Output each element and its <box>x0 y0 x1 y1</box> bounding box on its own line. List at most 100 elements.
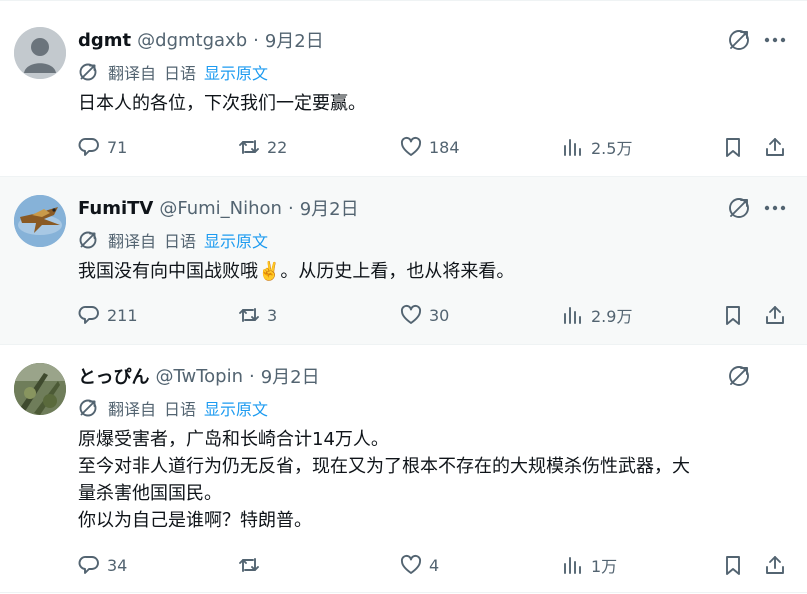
show-original-link[interactable]: 显示原文 <box>204 396 268 420</box>
views-icon <box>564 139 581 156</box>
reply-icon <box>78 138 99 156</box>
like-icon <box>400 304 422 324</box>
translate-icon[interactable] <box>726 27 752 53</box>
repost-button[interactable] <box>238 552 267 578</box>
share-button[interactable] <box>764 302 786 328</box>
author-handle[interactable]: @TwTopin <box>155 366 243 387</box>
translation-bar: 翻译自 日语 显示原文 <box>78 397 268 419</box>
view-count: 2.5万 <box>591 139 633 158</box>
like-button[interactable]: 30 <box>400 302 449 328</box>
reply-icon <box>78 306 99 324</box>
views-button[interactable]: 2.9万 <box>562 302 632 328</box>
bookmark-icon <box>726 306 740 325</box>
post-header: とっぴん @TwTopin · 9月2日 <box>78 363 320 389</box>
repost-button[interactable]: 22 <box>238 134 287 160</box>
post-text-line: 你以为自己是谁啊？特朗普。 <box>78 510 312 531</box>
translate-small-icon <box>79 231 97 249</box>
default-avatar-icon <box>14 27 66 79</box>
share-icon <box>766 138 784 156</box>
share-icon <box>766 556 784 574</box>
translated-from-label: 翻译自 <box>108 232 157 251</box>
source-language: 日语 <box>164 400 197 419</box>
author-name[interactable]: とっぴん <box>78 363 149 389</box>
translate-icon[interactable] <box>726 195 752 221</box>
post-text-line: 日本人的各位，下次我们一定要赢。 <box>78 93 366 114</box>
post-text: 日本人的各位，下次我们一定要赢。 <box>78 90 790 117</box>
post-text-line: 至今对非人道行为仍无反省，现在又为了根本不存在的大规模杀伤性武器，大 <box>78 456 690 477</box>
timeline-feed: dgmt @dgmtgaxb · 9月2日 翻译自 日语 显示原文 日本人的各位… <box>0 0 807 594</box>
translate-icon[interactable] <box>726 363 752 389</box>
views-icon <box>564 557 581 574</box>
repost-button[interactable]: 3 <box>238 302 277 328</box>
author-name[interactable]: FumiTV <box>78 198 153 219</box>
share-icon <box>766 306 784 324</box>
share-button[interactable] <box>764 552 786 578</box>
repost-icon <box>239 558 259 572</box>
show-original-link[interactable]: 显示原文 <box>204 228 268 252</box>
separator-dot: · <box>249 365 255 387</box>
like-icon <box>400 554 422 574</box>
action-bar: 34 4 1万 <box>78 552 790 578</box>
reply-button[interactable]: 211 <box>78 302 138 328</box>
repost-count: 3 <box>267 305 278 325</box>
post-topin[interactable]: とっぴん @TwTopin · 9月2日 翻译自 日语 显示原文 原爆受害者，广… <box>0 345 807 593</box>
post-fumitv[interactable]: FumiTV @Fumi_Nihon · 9月2日 翻译自 日语 显示原文 我国… <box>0 177 807 345</box>
like-count: 4 <box>429 555 440 575</box>
post-text: 我国没有向中国战败哦✌️。从历史上看，也从将来看。 <box>78 258 790 285</box>
post-text-line: 我国没有向中国战败哦✌️。从历史上看，也从将来看。 <box>78 261 515 282</box>
bookmark-icon <box>726 556 740 575</box>
post-dgmt[interactable]: dgmt @dgmtgaxb · 9月2日 翻译自 日语 显示原文 日本人的各位… <box>0 9 807 177</box>
plant-avatar-icon <box>14 363 66 415</box>
author-handle[interactable]: @dgmtgaxb <box>137 30 247 51</box>
action-bar: 71 22 184 2.5万 <box>78 134 790 160</box>
view-count: 1万 <box>591 557 618 576</box>
views-icon <box>564 307 581 324</box>
bookmark-button[interactable] <box>722 552 744 578</box>
author-handle[interactable]: @Fumi_Nihon <box>159 198 282 219</box>
action-bar: 211 3 30 2.9万 <box>78 302 790 328</box>
repost-icon <box>239 140 259 154</box>
source-language: 日语 <box>164 64 197 83</box>
like-button[interactable]: 184 <box>400 134 460 160</box>
bookmark-button[interactable] <box>722 302 744 328</box>
like-count: 184 <box>429 137 460 157</box>
reply-button[interactable]: 71 <box>78 134 127 160</box>
translation-bar: 翻译自 日语 显示原文 <box>78 61 268 83</box>
more-icon[interactable] <box>764 27 786 53</box>
post-header: dgmt @dgmtgaxb · 9月2日 <box>78 27 324 53</box>
avatar[interactable] <box>14 363 66 415</box>
post-header: FumiTV @Fumi_Nihon · 9月2日 <box>78 195 359 221</box>
show-original-link[interactable]: 显示原文 <box>204 60 268 84</box>
post-date[interactable]: 9月2日 <box>261 363 320 389</box>
more-icon[interactable] <box>764 195 786 221</box>
post-date[interactable]: 9月2日 <box>300 195 359 221</box>
avatar[interactable] <box>14 27 66 79</box>
translate-small-icon <box>79 399 97 417</box>
post-text: 原爆受害者，广岛和长崎合计14万人。 至今对非人道行为仍无反省，现在又为了根本不… <box>78 426 790 534</box>
post-text-line: 原爆受害者，广岛和长崎合计14万人。 <box>78 429 389 450</box>
translate-small-icon <box>79 63 97 81</box>
bird-avatar-icon <box>14 195 66 247</box>
reply-count: 71 <box>107 137 128 157</box>
views-button[interactable]: 1万 <box>562 552 617 578</box>
reply-button[interactable]: 34 <box>78 552 127 578</box>
share-button[interactable] <box>764 134 786 160</box>
translated-from-label: 翻译自 <box>108 400 157 419</box>
author-name[interactable]: dgmt <box>78 30 131 51</box>
source-language: 日语 <box>164 232 197 251</box>
views-button[interactable]: 2.5万 <box>562 134 632 160</box>
view-count: 2.9万 <box>591 307 633 326</box>
translation-bar: 翻译自 日语 显示原文 <box>78 229 268 251</box>
reply-count: 34 <box>107 555 128 575</box>
post-text-line: 量杀害他国国民。 <box>78 483 222 504</box>
repost-icon <box>239 308 259 322</box>
avatar[interactable] <box>14 195 66 247</box>
separator-dot: · <box>253 29 259 51</box>
like-count: 30 <box>429 305 450 325</box>
translated-from-label: 翻译自 <box>108 64 157 83</box>
reply-count: 211 <box>107 305 138 325</box>
like-button[interactable]: 4 <box>400 552 439 578</box>
bookmark-button[interactable] <box>722 134 744 160</box>
post-date[interactable]: 9月2日 <box>265 27 324 53</box>
repost-count: 22 <box>267 137 288 157</box>
